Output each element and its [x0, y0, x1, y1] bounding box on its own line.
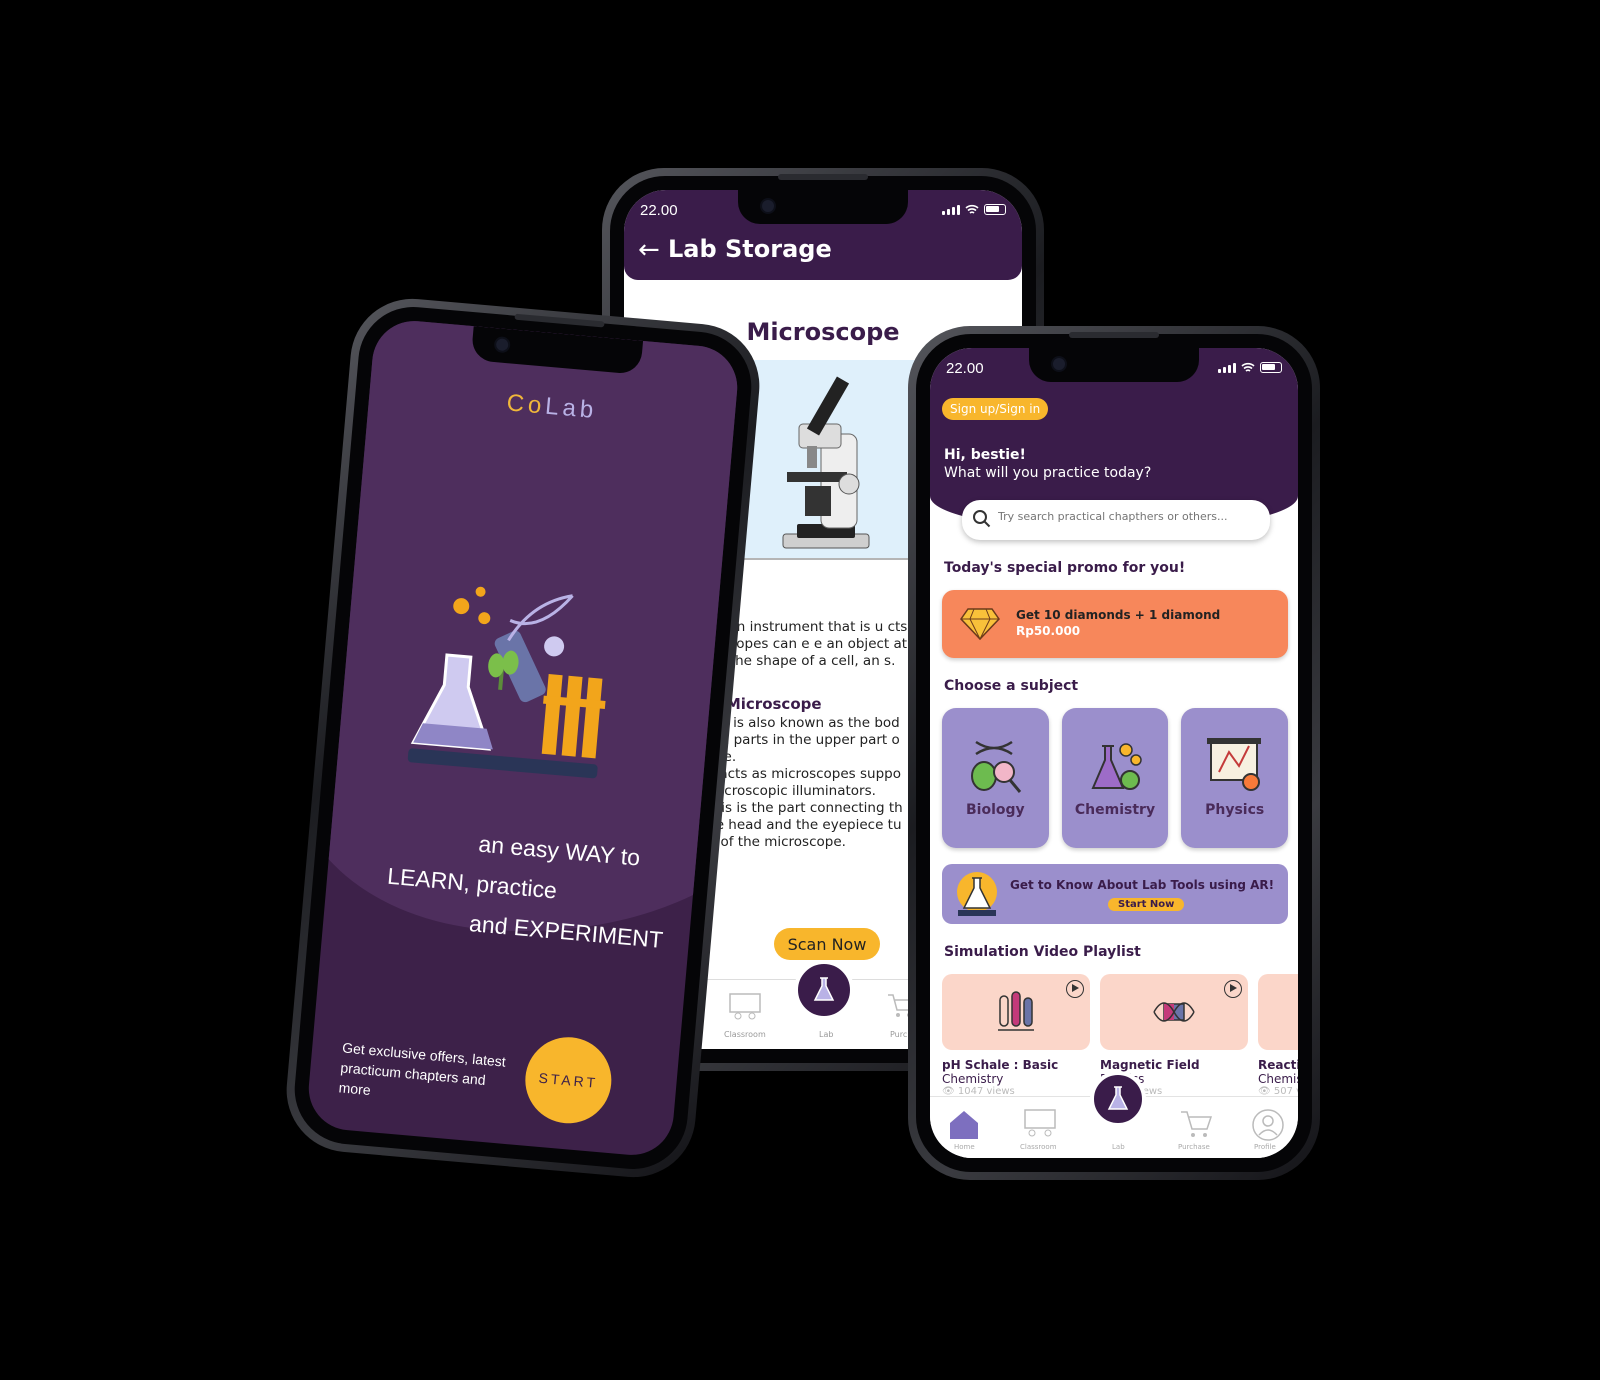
scan-now-button[interactable]: Scan Now [774, 928, 880, 960]
mockup-stage: 22.00 ← Lab Storage Microscope ope is an… [0, 0, 1600, 1380]
chemistry-icon [1091, 743, 1142, 790]
lab-fab-button[interactable] [794, 960, 854, 1020]
subject-label: Biology [966, 802, 1025, 818]
search-input[interactable] [998, 510, 1258, 523]
home-screen: 22.00 Sign up/Sign in Hi, bestie! What w… [930, 348, 1298, 1158]
nav-label-home: Home [954, 1143, 975, 1151]
classroom-icon[interactable] [1022, 1107, 1058, 1143]
wifi-icon [965, 204, 979, 214]
diamond-icon [960, 608, 1000, 641]
video-title: Reacti [1258, 1058, 1298, 1072]
video-title: pH Schale : Basic [942, 1058, 1059, 1072]
ar-banner[interactable]: Get to Know About Lab Tools using AR! St… [942, 864, 1288, 924]
video-card[interactable]: Reacti Chemis 👁 507 v [1258, 974, 1298, 1097]
home-icon[interactable] [946, 1107, 982, 1143]
profile-icon[interactable] [1250, 1107, 1286, 1143]
ar-start-button[interactable]: Start Now [1108, 898, 1185, 911]
greeting-name: Hi, bestie! [944, 447, 1026, 463]
lab-illustration [407, 586, 606, 779]
video-thumbnail [942, 974, 1090, 1050]
phone-bezel: CoLab an easy WAY to LEARN, practice and… [290, 302, 756, 1174]
playlist-section-title: Simulation Video Playlist [944, 944, 1141, 960]
promo-section-title: Today's special promo for you! [944, 560, 1186, 576]
speaker [778, 174, 868, 180]
battery-icon [984, 204, 1006, 215]
battery-icon [1260, 362, 1282, 373]
nav-label-classroom: Classroom [1020, 1143, 1057, 1151]
subject-biology[interactable]: Biology [942, 708, 1049, 848]
phone-bezel: 22.00 Sign up/Sign in Hi, bestie! What w… [916, 332, 1312, 1172]
signup-signin-button[interactable]: Sign up/Sign in [942, 398, 1049, 420]
camera-icon [760, 198, 776, 214]
wifi-icon [1241, 362, 1255, 372]
microscope-icon [782, 376, 870, 549]
offer-text: Get exclusive offers, latest practicum c… [338, 1039, 507, 1099]
flask-icon [1107, 1086, 1129, 1110]
promo-card[interactable]: Get 10 diamonds + 1 diamond Rp50.000 [942, 590, 1288, 658]
phone-splash: CoLab an easy WAY to LEARN, practice and… [281, 293, 765, 1183]
page-title: Lab Storage [668, 235, 832, 263]
notch [738, 190, 908, 224]
nav-label-purchase: Purchase [1178, 1143, 1210, 1151]
cart-icon[interactable] [1178, 1107, 1214, 1143]
speaker [1069, 332, 1159, 338]
subject-chemistry[interactable]: Chemistry [1061, 708, 1169, 848]
ph-tubes-icon [998, 991, 1034, 1031]
nav-label-lab: Lab [1112, 1143, 1125, 1151]
camera-icon [1051, 356, 1067, 372]
camera-icon [493, 336, 511, 354]
status-time: 22.00 [640, 202, 678, 219]
ar-banner-text: Get to Know About Lab Tools using AR! [1010, 878, 1275, 892]
search-bar[interactable] [962, 500, 1270, 540]
nav-label-profile: Profile [1254, 1143, 1276, 1151]
logo-co: Co [505, 389, 547, 420]
video-subject: Chemis [1258, 1072, 1298, 1086]
nav-label-purchase: Purc [890, 1030, 908, 1039]
greeting-question: What will you practice today? [944, 465, 1152, 481]
video-card[interactable]: pH Schale : Basic Chemistry 👁 1047 views [942, 974, 1090, 1097]
classroom-icon[interactable] [728, 992, 762, 1022]
subject-label: Physics [1205, 802, 1265, 818]
video-thumbnail [1258, 974, 1298, 1050]
back-arrow-icon[interactable]: ← [638, 237, 660, 263]
speaker [514, 313, 605, 328]
phone-home: 22.00 Sign up/Sign in Hi, bestie! What w… [908, 326, 1320, 1180]
video-thumbnail [1100, 974, 1248, 1050]
status-time: 22.00 [946, 360, 984, 377]
physics-icon [1207, 738, 1262, 791]
flask-icon [813, 977, 835, 1001]
status-icons [942, 204, 1006, 215]
start-button[interactable]: START [521, 1033, 615, 1127]
video-title: Magnetic Field [1100, 1058, 1200, 1072]
subject-section-title: Choose a subject [944, 678, 1079, 694]
promo-line1: Get 10 diamonds + 1 diamond [1016, 608, 1221, 622]
video-subject: Chemistry [942, 1072, 1004, 1086]
subject-label: Chemistry [1074, 802, 1156, 818]
magnet-field-icon [1153, 1002, 1195, 1022]
promo-price: Rp50.000 [1016, 624, 1081, 638]
subject-list: Biology Chemistry Physics [942, 708, 1289, 848]
lab-fab-button[interactable] [1090, 1071, 1146, 1127]
slogan: an easy WAY to LEARN, practice and EXPER… [382, 816, 671, 960]
search-icon [973, 510, 991, 528]
bottom-nav: Home Classroom Lab Purchase Profile [930, 1071, 1298, 1158]
nav-label-lab: Lab [819, 1030, 834, 1039]
notch [1029, 348, 1199, 382]
subject-physics[interactable]: Physics [1181, 708, 1289, 848]
play-icon[interactable] [1066, 980, 1084, 998]
play-icon[interactable] [1224, 980, 1242, 998]
logo-lab: Lab [544, 392, 599, 425]
splash-screen: CoLab an easy WAY to LEARN, practice and… [305, 317, 741, 1159]
greeting: Hi, bestie! What will you practice today… [944, 446, 1151, 482]
status-icons [1218, 362, 1282, 373]
ar-flask-icon [957, 872, 997, 916]
biology-icon [971, 740, 1022, 793]
signal-icon [942, 205, 960, 215]
signal-icon [1218, 363, 1236, 373]
nav-label-classroom: Classroom [724, 1030, 766, 1039]
